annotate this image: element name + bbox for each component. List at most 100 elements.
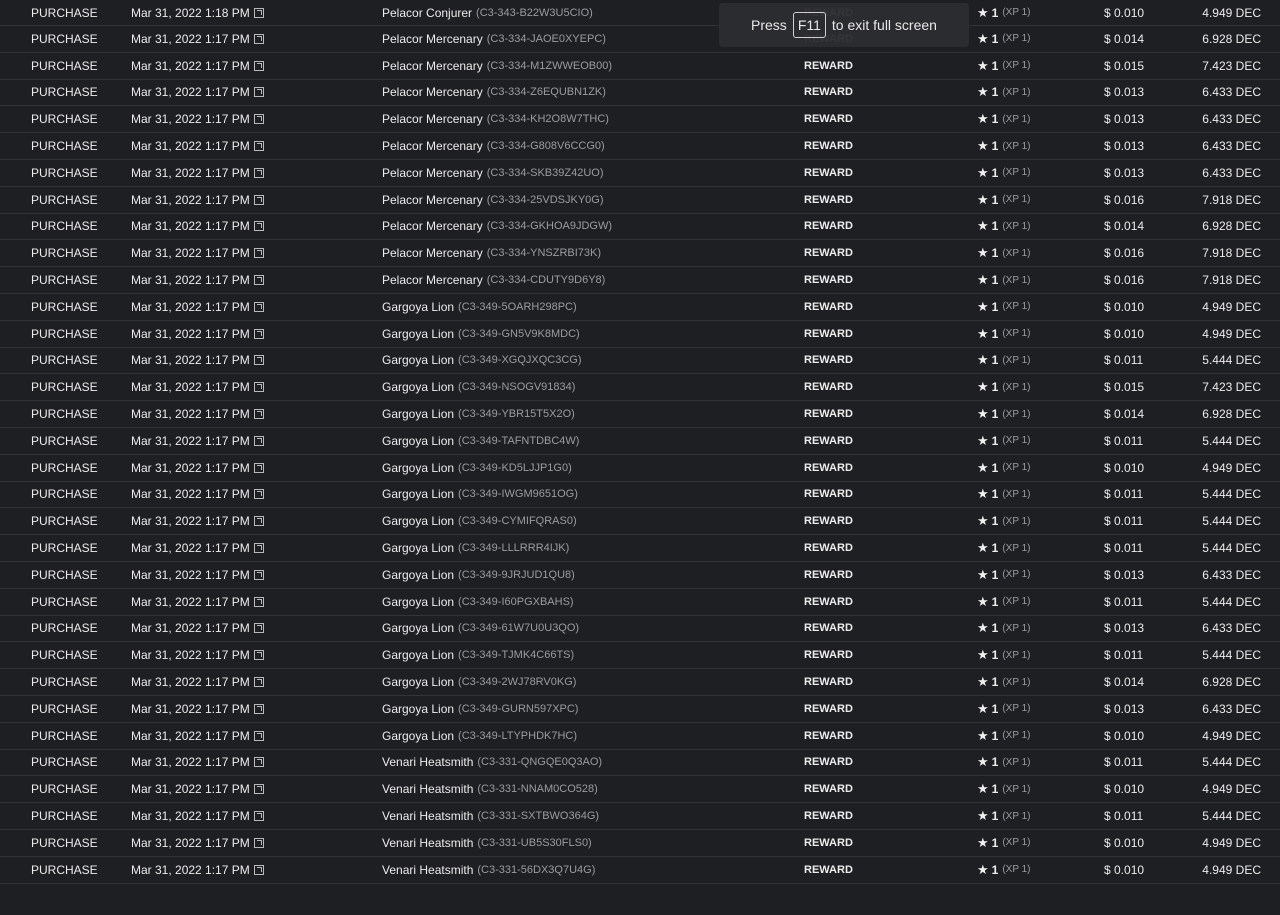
- card-name[interactable]: Pelacor Mercenary: [382, 219, 483, 233]
- external-link-icon[interactable]: [253, 33, 264, 44]
- card-name[interactable]: Venari Heatsmith: [382, 809, 473, 823]
- card-level: 1: [991, 380, 999, 395]
- external-link-icon[interactable]: [253, 275, 264, 286]
- card-name[interactable]: Gargoya Lion: [382, 541, 454, 555]
- card-level-cell: ★ 1 (XP 1): [977, 535, 1031, 561]
- external-link-icon[interactable]: [253, 677, 264, 688]
- card-name[interactable]: Gargoya Lion: [382, 729, 454, 743]
- card-name[interactable]: Venari Heatsmith: [382, 863, 473, 877]
- card-name[interactable]: Pelacor Mercenary: [382, 32, 483, 46]
- card-uid: (C3-331-SXTBWO364G): [477, 810, 600, 822]
- transaction-type: PURCHASE: [31, 353, 98, 368]
- external-link-icon[interactable]: [253, 596, 264, 607]
- external-link-icon[interactable]: [253, 301, 264, 312]
- external-link-icon[interactable]: [253, 141, 264, 152]
- external-link-icon[interactable]: [253, 489, 264, 500]
- external-link-icon[interactable]: [253, 382, 264, 393]
- card-uid: (C3-349-NSOGV91834): [458, 381, 576, 394]
- card-name[interactable]: Gargoya Lion: [382, 353, 454, 367]
- price-dec: 5.444 DEC: [1202, 514, 1261, 529]
- external-link-icon[interactable]: [253, 864, 264, 875]
- external-link-icon[interactable]: [253, 623, 264, 634]
- external-link-icon[interactable]: [253, 167, 264, 178]
- card-name[interactable]: Gargoya Lion: [382, 648, 454, 662]
- card-name[interactable]: Pelacor Mercenary: [382, 112, 483, 126]
- external-link-icon[interactable]: [253, 87, 264, 98]
- card-name[interactable]: Gargoya Lion: [382, 595, 454, 609]
- external-link-icon[interactable]: [253, 409, 264, 420]
- transaction-type: PURCHASE: [31, 433, 98, 448]
- card-name[interactable]: Gargoya Lion: [382, 514, 454, 528]
- table-row: PURCHASE Mar 31, 2022 1:18 PM Pelacor Conj…: [0, 0, 1280, 26]
- card-name[interactable]: Venari Heatsmith: [382, 836, 473, 850]
- card-level: 1: [991, 621, 999, 636]
- external-link-icon[interactable]: [253, 114, 264, 125]
- external-link-icon[interactable]: [253, 435, 264, 446]
- card-cell: Venari Heatsmith (C3-331-56DX3Q7U4G): [382, 857, 595, 883]
- card-cell: Gargoya Lion (C3-349-CYMIFQRAS0): [382, 508, 577, 534]
- card-name[interactable]: Gargoya Lion: [382, 380, 454, 394]
- card-name[interactable]: Gargoya Lion: [382, 487, 454, 501]
- external-link-icon[interactable]: [253, 248, 264, 259]
- external-link-icon[interactable]: [253, 784, 264, 795]
- card-xp: (XP 1): [1002, 569, 1031, 581]
- card-level: 1: [991, 675, 999, 690]
- card-name[interactable]: Gargoya Lion: [382, 461, 454, 475]
- external-link-icon[interactable]: [253, 7, 264, 18]
- star-icon: ★: [977, 540, 989, 556]
- external-link-icon[interactable]: [253, 516, 264, 527]
- card-name[interactable]: Gargoya Lion: [382, 300, 454, 314]
- card-name[interactable]: Gargoya Lion: [382, 568, 454, 582]
- external-link-icon[interactable]: [253, 462, 264, 473]
- card-uid: (C3-334-YNSZRBI73K): [486, 247, 602, 260]
- external-link-icon[interactable]: [253, 811, 264, 821]
- card-uid: (C3-349-YBR15T5X2O): [458, 408, 575, 421]
- transaction-type: PURCHASE: [31, 567, 98, 582]
- card-name[interactable]: Venari Heatsmith: [382, 755, 473, 769]
- external-link-icon[interactable]: [253, 650, 264, 661]
- external-link-icon[interactable]: [253, 543, 264, 554]
- external-link-icon[interactable]: [253, 757, 264, 768]
- card-name[interactable]: Pelacor Mercenary: [382, 193, 483, 207]
- card-name[interactable]: Gargoya Lion: [382, 621, 454, 635]
- external-link-icon[interactable]: [253, 221, 264, 232]
- external-link-icon[interactable]: [253, 60, 264, 71]
- card-level-cell: ★ 1 (XP 1): [977, 696, 1031, 722]
- card-name[interactable]: Pelacor Mercenary: [382, 85, 483, 99]
- card-name[interactable]: Pelacor Mercenary: [382, 246, 483, 260]
- card-cell: Pelacor Mercenary (C3-334-Z6EQUBN1ZK): [382, 80, 606, 106]
- card-name[interactable]: Gargoya Lion: [382, 327, 454, 341]
- card-name[interactable]: Pelacor Mercenary: [382, 273, 483, 287]
- external-link-icon[interactable]: [253, 194, 264, 205]
- card-cell: Gargoya Lion (C3-349-LTYPHDK7HC): [382, 723, 577, 749]
- card-name[interactable]: Gargoya Lion: [382, 407, 454, 421]
- price-usd: $ 0.016: [1104, 273, 1145, 288]
- card-uid: (C3-349-LTYPHDK7HC): [458, 729, 578, 742]
- card-cell: Pelacor Mercenary (C3-334-M1ZWWEOB00): [382, 53, 612, 79]
- transaction-date: Mar 31, 2022 1:17 PM: [131, 621, 250, 636]
- external-link-icon[interactable]: [253, 730, 264, 741]
- card-level: 1: [991, 728, 999, 743]
- external-link-icon[interactable]: [253, 703, 264, 714]
- transaction-type: PURCHASE: [31, 112, 98, 127]
- external-link-icon[interactable]: [253, 328, 264, 339]
- card-name[interactable]: Pelacor Mercenary: [382, 59, 483, 73]
- card-name[interactable]: Gargoya Lion: [382, 702, 454, 716]
- card-name[interactable]: Venari Heatsmith: [382, 782, 473, 796]
- table-row: PURCHASE Mar 31, 2022 1:17 PM Gargoya Lion…: [0, 294, 1280, 321]
- card-name[interactable]: Gargoya Lion: [382, 675, 454, 689]
- card-cell: Gargoya Lion (C3-349-XGQJXQC3CG): [382, 348, 582, 374]
- card-name[interactable]: Pelacor Mercenary: [382, 166, 483, 180]
- transaction-date: Mar 31, 2022 1:17 PM: [131, 782, 250, 797]
- price-usd: $ 0.010: [1104, 326, 1145, 341]
- card-uid: (C3-349-61W7U0U3QO): [458, 622, 580, 635]
- external-link-icon[interactable]: [253, 837, 264, 848]
- external-link-icon[interactable]: [253, 569, 264, 580]
- card-xp: (XP 1): [1002, 783, 1031, 795]
- card-cell: Gargoya Lion (C3-349-I60PGXBAHS): [382, 589, 574, 615]
- price-usd: $ 0.011: [1104, 541, 1144, 556]
- card-name[interactable]: Gargoya Lion: [382, 434, 454, 448]
- card-name[interactable]: Pelacor Conjurer: [382, 6, 472, 20]
- card-name[interactable]: Pelacor Mercenary: [382, 139, 483, 153]
- external-link-icon[interactable]: [253, 355, 264, 366]
